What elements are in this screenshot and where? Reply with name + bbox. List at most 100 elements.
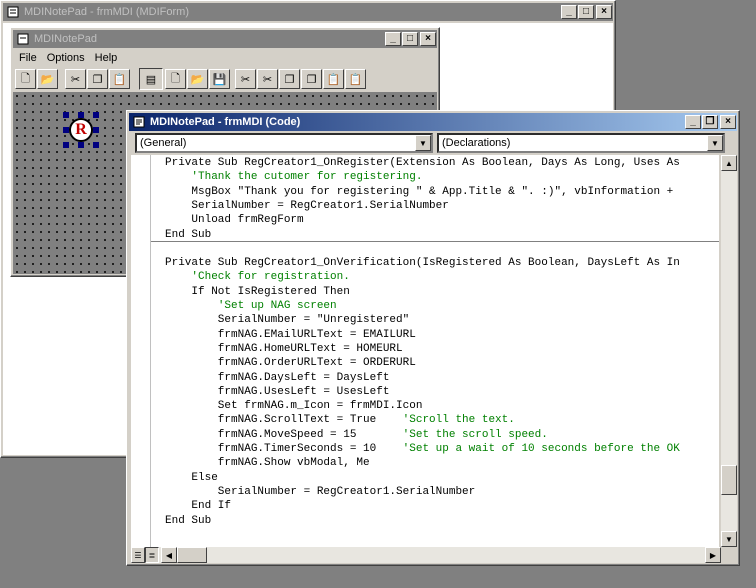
mdi-title-bar[interactable]: MDINotePad - frmMDI (MDIForm) _ □ × (3, 3, 613, 21)
form-maximize-button[interactable]: □ (402, 32, 418, 46)
code-text: Set frmNAG.m_Icon = frmMDI.Icon (165, 400, 423, 413)
code-line[interactable]: frmNAG.ScrollText = True 'Scroll the tex… (165, 413, 515, 427)
scroll-down-button[interactable]: ▼ (721, 531, 737, 547)
code-title-bar[interactable]: MDINotePad - frmMDI (Code) _ ❐ × (129, 113, 737, 131)
close-icon: × (425, 33, 431, 44)
paste-icon: 📋 (112, 73, 127, 86)
code-line[interactable]: Set frmNAG.m_Icon = frmMDI.Icon (165, 399, 423, 413)
selection-handle[interactable] (78, 142, 84, 148)
procedure-view-icon: ☰ (134, 550, 142, 560)
selection-handle[interactable] (93, 142, 99, 148)
toolbar-control[interactable]: ▤ (139, 68, 163, 90)
cut-button-2[interactable]: ✂ (235, 69, 256, 89)
code-line[interactable]: 'Thank the cutomer for registering. (165, 170, 422, 184)
menu-help[interactable]: Help (95, 52, 118, 64)
code-text: Private Sub RegCreator1_OnVerification(I… (165, 257, 680, 270)
new-button[interactable]: 🗋 (15, 69, 36, 89)
code-line[interactable]: If Not IsRegistered Then (165, 285, 350, 299)
paste-button[interactable]: 📋 (109, 69, 130, 89)
open-button-2[interactable]: 📂 (187, 69, 208, 89)
copy-button-2[interactable]: ❐ (279, 69, 300, 89)
margin-indicator-bar (131, 155, 151, 547)
code-text: frmNAG.OrderURLText = ORDERURL (165, 357, 416, 370)
procedure-view-button[interactable]: ☰ (131, 547, 145, 563)
scroll-up-button[interactable]: ▲ (721, 155, 737, 171)
code-icon (132, 115, 146, 129)
code-line[interactable]: End Sub (165, 228, 211, 242)
minimize-icon: _ (566, 6, 572, 17)
code-text: frmNAG.EMailURLText = EMAILURL (165, 328, 416, 341)
code-editor[interactable]: Private Sub RegCreator1_OnRegister(Exten… (131, 155, 719, 547)
code-line[interactable]: Private Sub RegCreator1_OnRegister(Exten… (165, 156, 680, 170)
code-text: If Not IsRegistered Then (165, 285, 350, 298)
mdi-close-button[interactable]: × (596, 5, 612, 19)
scissors-icon: ✂ (262, 73, 273, 86)
code-line[interactable]: 'Check for registration. (165, 270, 349, 284)
procedure-combo-value: (Declarations) (442, 137, 511, 149)
scroll-right-button[interactable]: ▶ (705, 547, 721, 563)
copy-button[interactable]: ❐ (87, 69, 108, 89)
menu-options[interactable]: Options (47, 52, 85, 64)
selection-handle[interactable] (63, 142, 69, 148)
code-line[interactable]: 'Set up NAG screen (165, 299, 337, 313)
code-line[interactable]: MsgBox "Thank you for registering " & Ap… (165, 185, 673, 199)
menu-file[interactable]: File (19, 52, 37, 64)
vertical-scroll-thumb[interactable] (721, 465, 737, 495)
code-line[interactable]: frmNAG.Show vbModal, Me (165, 456, 370, 470)
paste-icon: 📋 (326, 73, 341, 86)
selection-handle[interactable] (63, 112, 69, 118)
vertical-scrollbar[interactable]: ▲ ▼ (721, 155, 737, 547)
procedure-combo-dropdown[interactable]: ▼ (707, 135, 723, 151)
code-line[interactable]: frmNAG.TimerSeconds = 10 'Set up a wait … (165, 442, 680, 456)
scroll-left-button[interactable]: ◀ (161, 547, 177, 563)
maximize-icon: □ (406, 33, 414, 44)
scissors-icon: ✂ (70, 73, 81, 86)
code-line[interactable]: Private Sub RegCreator1_OnVerification(I… (165, 256, 680, 270)
code-line[interactable]: frmNAG.EMailURLText = EMAILURL (165, 328, 416, 342)
new-button-2[interactable]: 🗋 (165, 69, 186, 89)
close-icon: × (725, 116, 731, 127)
object-combo-dropdown[interactable]: ▼ (415, 135, 431, 151)
code-line[interactable]: frmNAG.HomeURLText = HOMEURL (165, 342, 403, 356)
form-minimize-button[interactable]: _ (385, 32, 401, 46)
code-maximize-button[interactable]: ❐ (702, 115, 718, 129)
object-combo[interactable]: (General) ▼ (135, 133, 433, 153)
code-line[interactable]: frmNAG.OrderURLText = ORDERURL (165, 356, 416, 370)
horizontal-scroll-thumb[interactable] (177, 547, 207, 563)
copy-button-3[interactable]: ❐ (301, 69, 322, 89)
open-button[interactable]: 📂 (37, 69, 58, 89)
code-minimize-button[interactable]: _ (685, 115, 701, 129)
code-line[interactable]: End Sub (165, 514, 211, 528)
mdi-maximize-button[interactable]: □ (578, 5, 594, 19)
code-line[interactable]: frmNAG.DaysLeft = DaysLeft (165, 371, 390, 385)
code-line[interactable]: SerialNumber = "Unregistered" (165, 313, 409, 327)
selection-handle[interactable] (93, 127, 99, 133)
paste-button-2[interactable]: 📋 (323, 69, 344, 89)
procedure-combo[interactable]: (Declarations) ▼ (437, 133, 725, 153)
code-line[interactable]: SerialNumber = RegCreator1.SerialNumber (165, 199, 448, 213)
regcreator-control[interactable]: R (63, 112, 99, 148)
mdi-minimize-button[interactable]: _ (561, 5, 577, 19)
full-module-view-button[interactable]: ≣ (145, 547, 159, 563)
code-line[interactable]: SerialNumber = RegCreator1.SerialNumber (165, 485, 475, 499)
control-letter: R (75, 121, 87, 138)
cut-button-3[interactable]: ✂ (257, 69, 278, 89)
code-text: SerialNumber = RegCreator1.SerialNumber (165, 485, 476, 498)
selection-handle[interactable] (93, 112, 99, 118)
code-line[interactable]: Else (165, 471, 217, 485)
toolbar-control-icon: ▤ (145, 73, 157, 86)
paste-button-3[interactable]: 📋 (345, 69, 366, 89)
form-title-bar[interactable]: MDINotePad _ □ × (13, 30, 437, 48)
code-line[interactable]: frmNAG.UsesLeft = UsesLeft (165, 385, 390, 399)
code-line[interactable]: End If (165, 499, 231, 513)
save-button[interactable]: 💾 (209, 69, 230, 89)
code-line[interactable]: frmNAG.MoveSpeed = 15 'Set the scroll sp… (165, 428, 548, 442)
code-line[interactable]: Unload frmRegForm (165, 213, 303, 227)
copy-icon: ❐ (306, 73, 317, 86)
code-close-button[interactable]: × (720, 115, 736, 129)
cut-button[interactable]: ✂ (65, 69, 86, 89)
code-text: frmNAG.ScrollText = True (165, 414, 403, 427)
form-close-button[interactable]: × (420, 32, 436, 46)
